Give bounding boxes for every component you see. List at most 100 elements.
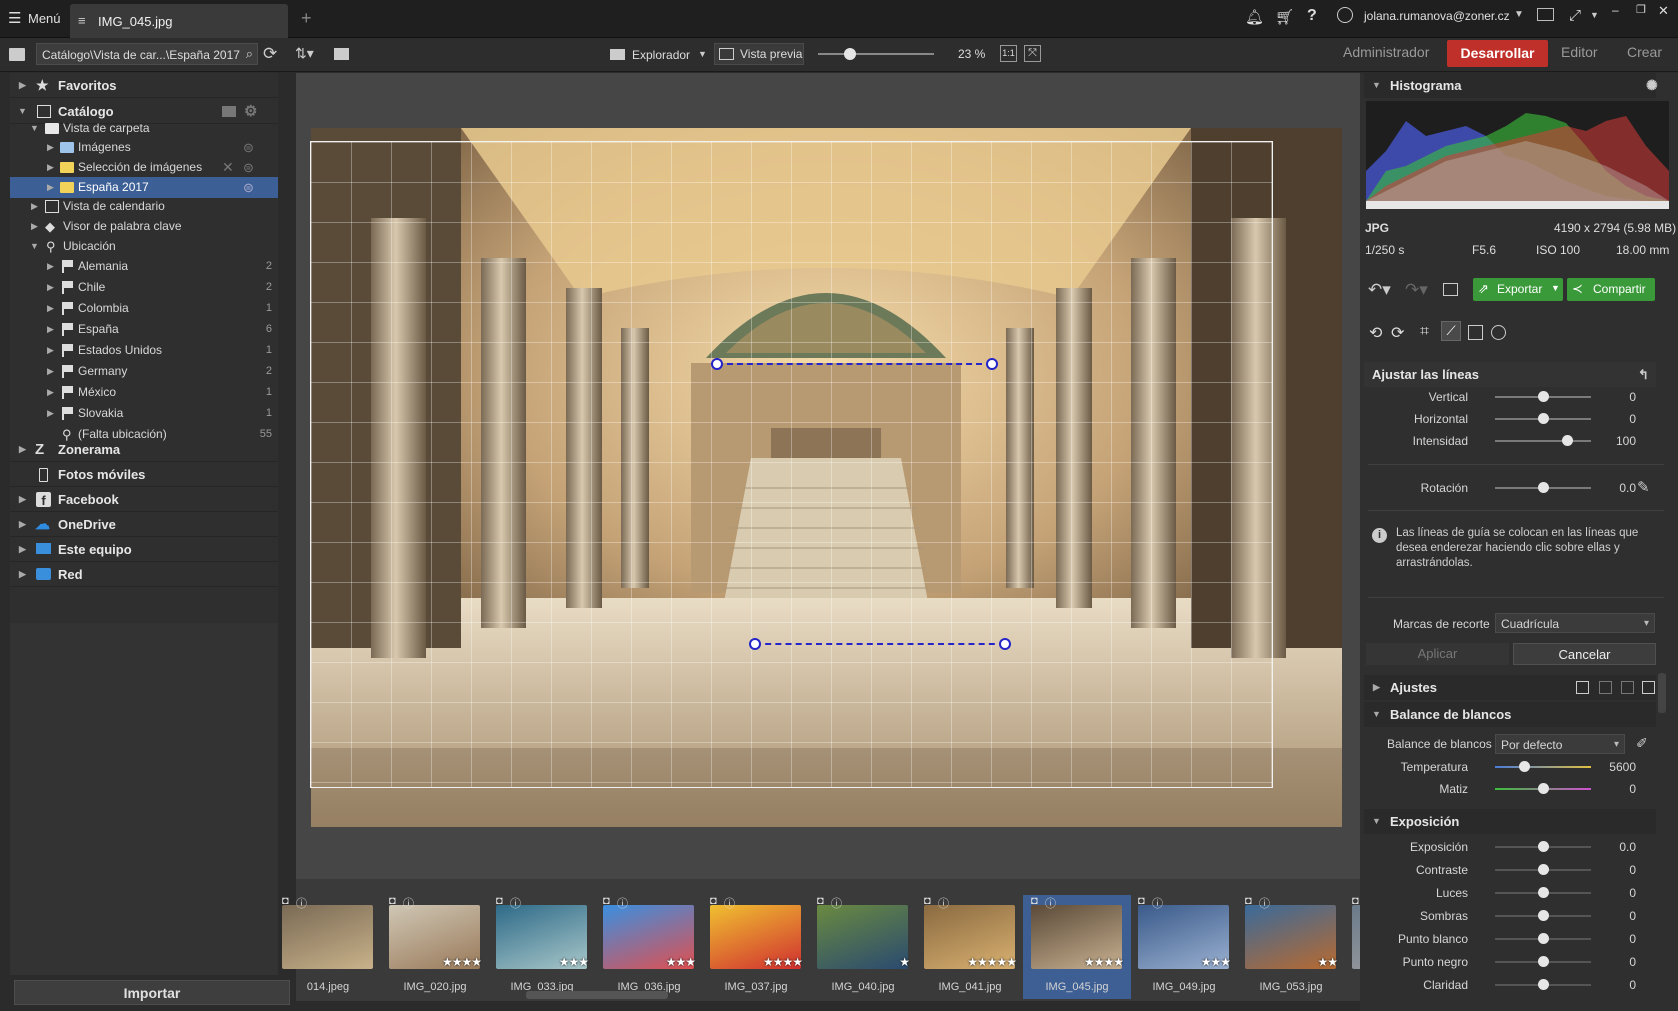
slider-knob[interactable] — [1538, 841, 1549, 852]
location-item[interactable]: ▶ Colombia 1 — [10, 298, 278, 319]
new-folder-icon[interactable] — [334, 48, 349, 60]
undo-icon[interactable]: ↶▾ — [1368, 280, 1391, 300]
crop-grid-overlay[interactable] — [310, 141, 1273, 788]
location-item[interactable]: ▶ España 6 — [10, 319, 278, 340]
chevron-down-icon[interactable]: ▼ — [1551, 283, 1560, 293]
straighten-pen-icon[interactable]: ✎ — [1637, 478, 1650, 496]
import-button[interactable]: Importar — [14, 980, 290, 1005]
mode-desarrollar[interactable]: Desarrollar — [1447, 40, 1548, 67]
filmstrip-thumbnail[interactable]: ◘ ⓘ ★★★★★ IMG_041.jpg — [916, 895, 1024, 999]
filmstrip-thumbnail[interactable]: ◘ ⓘ ★★★ IMG_036.jpg — [595, 895, 703, 999]
mode-editor[interactable]: Editor — [1561, 44, 1598, 60]
export-button[interactable]: ⇗ Exportar ▼ — [1473, 278, 1563, 301]
redo-icon[interactable]: ↷▾ — [1405, 280, 1428, 300]
menu-button[interactable]: ☰ Menú — [6, 9, 64, 27]
save-preset-icon[interactable] — [1642, 681, 1655, 694]
slider-value[interactable]: 100 — [1598, 434, 1636, 448]
close-button[interactable]: ✕ — [1658, 3, 1669, 19]
tree-vista-calendario[interactable]: ▶ Vista de calendario — [10, 196, 278, 217]
mode-crear[interactable]: Crear — [1627, 44, 1662, 60]
zoom-fit-button[interactable]: ⤧ — [1024, 45, 1041, 62]
section-este-equipo[interactable]: ▶ Este equipo — [10, 537, 278, 562]
slider-value[interactable]: 0.0 — [1598, 840, 1636, 854]
filmstrip-thumbnail[interactable]: ◘ ⓘ ★★★★ IMG_045.jpg — [1023, 895, 1131, 999]
slider-knob[interactable] — [1538, 910, 1549, 921]
add-folder-icon[interactable] — [222, 106, 236, 117]
slider-value[interactable]: 0.0 — [1598, 481, 1636, 495]
slider-track[interactable] — [1495, 440, 1591, 442]
tree-vista-carpeta[interactable]: ▼ Vista de carpeta — [10, 118, 278, 139]
explorer-button[interactable]: Explorador ▼ — [608, 44, 708, 66]
restore-button[interactable]: ❐ — [1636, 3, 1646, 16]
balance-dropdown[interactable]: Por defecto — [1495, 734, 1625, 755]
ajustes-header[interactable]: ▶ Ajustes — [1364, 675, 1656, 700]
slider-value[interactable]: 0 — [1598, 909, 1636, 923]
straighten-lines-icon[interactable]: ⟋ — [1441, 321, 1461, 341]
slider-knob[interactable] — [1562, 435, 1573, 446]
apply-button[interactable]: Aplicar — [1366, 643, 1509, 665]
slider-knob[interactable] — [1538, 783, 1549, 794]
filmstrip-thumbnail[interactable]: ◘ ⓘ 014.jpeg — [274, 895, 382, 999]
crop-icon[interactable]: ⌗ — [1420, 323, 1429, 341]
filmstrip-thumbnail[interactable]: ◘ ⓘ ★★★★ IMG_037.jpg — [702, 895, 810, 999]
filmstrip-scrollbar[interactable] — [526, 991, 668, 999]
slider-knob[interactable] — [1538, 864, 1549, 875]
section-favoritos[interactable]: ▶ ★ Favoritos — [10, 73, 278, 98]
paste-all-icon[interactable] — [1621, 681, 1634, 694]
filmstrip-thumbnail[interactable]: ◘ ⓘ ★★★★ IMG_020.jpg — [381, 895, 489, 999]
copy-icon[interactable] — [1576, 681, 1589, 694]
sync-icon[interactable]: ⊜ — [243, 157, 254, 178]
rotate-right-icon[interactable]: ⟳ — [1391, 323, 1404, 343]
guide-line-top[interactable] — [717, 363, 992, 365]
filmstrip-thumbnail[interactable]: ◘ ⓘ ★★ IMG_053.jpg — [1237, 895, 1345, 999]
location-item[interactable]: ▶ Estados Unidos 1 — [10, 340, 278, 361]
tree-visor-palabra[interactable]: ▶ ◆ Visor de palabra clave — [10, 216, 278, 237]
path-field[interactable]: Catálogo\Vista de car...\España 2017 ⌕ — [36, 43, 258, 65]
guide-handle[interactable] — [986, 358, 998, 370]
section-onedrive[interactable]: ▶ ☁ OneDrive — [10, 512, 278, 537]
slider-value[interactable]: 0 — [1598, 932, 1636, 946]
histogram-settings-icon[interactable]: ✺ — [1646, 73, 1658, 98]
location-item[interactable]: ▶ Alemania 2 — [10, 256, 278, 277]
reset-icon[interactable]: ↰ — [1638, 362, 1649, 387]
guide-line-bottom[interactable] — [755, 643, 1005, 645]
paste-icon[interactable] — [1599, 681, 1612, 694]
slider-value[interactable]: 0 — [1598, 886, 1636, 900]
slider-knob[interactable] — [1538, 413, 1549, 424]
filmstrip-thumbnail[interactable]: ◘ ⓘ ★ IMG_040.jpg — [809, 895, 917, 999]
bell-icon[interactable]: 🔔︎ — [1245, 8, 1264, 26]
eyedropper-icon[interactable]: ✐ — [1636, 735, 1648, 752]
rotate-left-icon[interactable]: ⟲ — [1369, 323, 1382, 343]
slider-knob[interactable] — [1538, 979, 1549, 990]
slider-knob[interactable] — [1538, 933, 1549, 944]
location-item[interactable]: ▶ México 1 — [10, 382, 278, 403]
slider-knob[interactable] — [1538, 482, 1549, 493]
location-item[interactable]: ▶ Chile 2 — [10, 277, 278, 298]
tree-espana-2017[interactable]: ▶ España 2017 ⊜ — [10, 177, 278, 198]
section-fotos-moviles[interactable]: Fotos móviles — [10, 462, 278, 487]
exposicion-header[interactable]: ▼ Exposición — [1364, 809, 1656, 834]
filmstrip-thumbnail[interactable]: ◘ ⓘ ★★★ IMG_049.jpg — [1130, 895, 1238, 999]
zoom-slider[interactable] — [818, 48, 934, 60]
slider-track[interactable] — [1495, 766, 1591, 768]
tree-seleccion[interactable]: ▶ Selección de imágenes ✕ ⊜ — [10, 157, 278, 178]
circle-tool-icon[interactable] — [1491, 325, 1506, 340]
sync-icon[interactable]: ⊜ — [243, 137, 254, 158]
minimize-button[interactable]: – — [1612, 3, 1619, 17]
slider-value[interactable]: 0 — [1598, 782, 1636, 796]
home-folder-icon[interactable] — [9, 48, 25, 61]
share-button[interactable]: ≺ Compartir — [1567, 278, 1655, 301]
location-item[interactable]: ▶ Slovakia 1 — [10, 403, 278, 424]
chevron-down-icon[interactable]: ▼ — [1590, 10, 1599, 20]
slider-value[interactable]: 0 — [1598, 955, 1636, 969]
help-icon[interactable]: ? — [1307, 7, 1317, 25]
sync-icon[interactable]: ⊜ — [243, 177, 254, 198]
zoom-one-to-one-button[interactable]: 1:1 — [1000, 45, 1017, 62]
guide-handle[interactable] — [749, 638, 761, 650]
perspective-icon[interactable] — [1468, 325, 1483, 340]
slider-value[interactable]: 0 — [1598, 412, 1636, 426]
guide-handle[interactable] — [999, 638, 1011, 650]
slider-knob[interactable] — [1538, 887, 1549, 898]
histogram-header[interactable]: ▼ Histograma ✺ — [1364, 73, 1658, 98]
location-item[interactable]: ▶ Germany 2 — [10, 361, 278, 382]
